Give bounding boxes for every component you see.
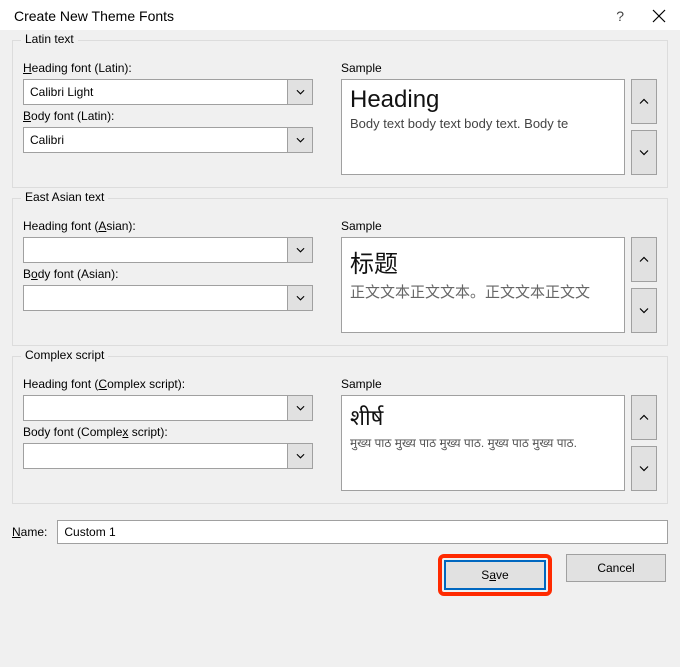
sample-latin-up[interactable]: [631, 79, 657, 124]
group-legend-latin: Latin text: [21, 32, 78, 46]
sample-body-complex: मुख्य पाठ मुख्य पाठ मुख्य पाठ. मुख्य पाठ…: [350, 434, 616, 451]
sample-heading-complex: शीर्ष: [350, 402, 616, 432]
sample-heading-latin: Heading: [350, 86, 616, 114]
sample-body-asian: 正文文本正文文本。正文文本正文文: [350, 281, 616, 302]
sample-asian-down[interactable]: [631, 288, 657, 333]
body-font-complex-input[interactable]: [23, 443, 287, 469]
dialog-title: Create New Theme Fonts: [14, 8, 174, 24]
body-font-complex-dropdown[interactable]: [287, 443, 313, 469]
body-font-asian-label: Body font (Asian):: [23, 267, 323, 281]
sample-body-latin: Body text body text body text. Body te: [350, 116, 616, 131]
sample-latin-down[interactable]: [631, 130, 657, 175]
close-icon[interactable]: [652, 9, 666, 23]
group-latin: Latin text Heading font (Latin): Body fo…: [12, 40, 668, 188]
sample-label-asian: Sample: [341, 219, 657, 233]
heading-font-latin-input[interactable]: [23, 79, 287, 105]
sample-preview-complex: शीर्ष मुख्य पाठ मुख्य पाठ मुख्य पाठ. मुख…: [341, 395, 625, 491]
save-highlight: Save: [438, 554, 552, 596]
heading-font-latin-dropdown[interactable]: [287, 79, 313, 105]
heading-font-complex-input[interactable]: [23, 395, 287, 421]
sample-preview-latin: Heading Body text body text body text. B…: [341, 79, 625, 175]
sample-label-complex: Sample: [341, 377, 657, 391]
titlebar-buttons: ?: [616, 8, 666, 24]
heading-font-asian-label: Heading font (Asian):: [23, 219, 323, 233]
name-input[interactable]: [57, 520, 668, 544]
sample-label-latin: Sample: [341, 61, 657, 75]
heading-font-latin-label: Heading font (Latin):: [23, 61, 323, 75]
heading-font-asian-dropdown[interactable]: [287, 237, 313, 263]
sample-complex-up[interactable]: [631, 395, 657, 440]
sample-complex-down[interactable]: [631, 446, 657, 491]
group-complex: Complex script Heading font (Complex scr…: [12, 356, 668, 504]
help-icon[interactable]: ?: [616, 8, 624, 24]
heading-font-complex-label: Heading font (Complex script):: [23, 377, 323, 391]
cancel-button[interactable]: Cancel: [566, 554, 666, 582]
body-font-complex-label: Body font (Complex script):: [23, 425, 323, 439]
body-font-complex-combo[interactable]: [23, 443, 313, 469]
sample-heading-asian: 标题: [350, 244, 616, 279]
body-font-latin-label: Body font (Latin):: [23, 109, 323, 123]
sample-preview-asian: 标题 正文文本正文文本。正文文本正文文: [341, 237, 625, 333]
titlebar: Create New Theme Fonts ?: [0, 0, 680, 30]
group-legend-complex: Complex script: [21, 348, 108, 362]
sample-asian-up[interactable]: [631, 237, 657, 282]
heading-font-latin-combo[interactable]: [23, 79, 313, 105]
heading-font-complex-combo[interactable]: [23, 395, 313, 421]
body-font-asian-combo[interactable]: [23, 285, 313, 311]
name-row: Name:: [0, 514, 680, 554]
button-row: Save Cancel: [0, 554, 680, 610]
body-font-latin-input[interactable]: [23, 127, 287, 153]
group-asian: East Asian text Heading font (Asian): Bo…: [12, 198, 668, 346]
group-legend-asian: East Asian text: [21, 190, 108, 204]
name-label: Name:: [12, 525, 47, 539]
heading-font-asian-input[interactable]: [23, 237, 287, 263]
heading-font-complex-dropdown[interactable]: [287, 395, 313, 421]
body-font-asian-input[interactable]: [23, 285, 287, 311]
save-button[interactable]: Save: [445, 561, 545, 589]
body-font-latin-dropdown[interactable]: [287, 127, 313, 153]
body-font-latin-combo[interactable]: [23, 127, 313, 153]
body-font-asian-dropdown[interactable]: [287, 285, 313, 311]
heading-font-asian-combo[interactable]: [23, 237, 313, 263]
